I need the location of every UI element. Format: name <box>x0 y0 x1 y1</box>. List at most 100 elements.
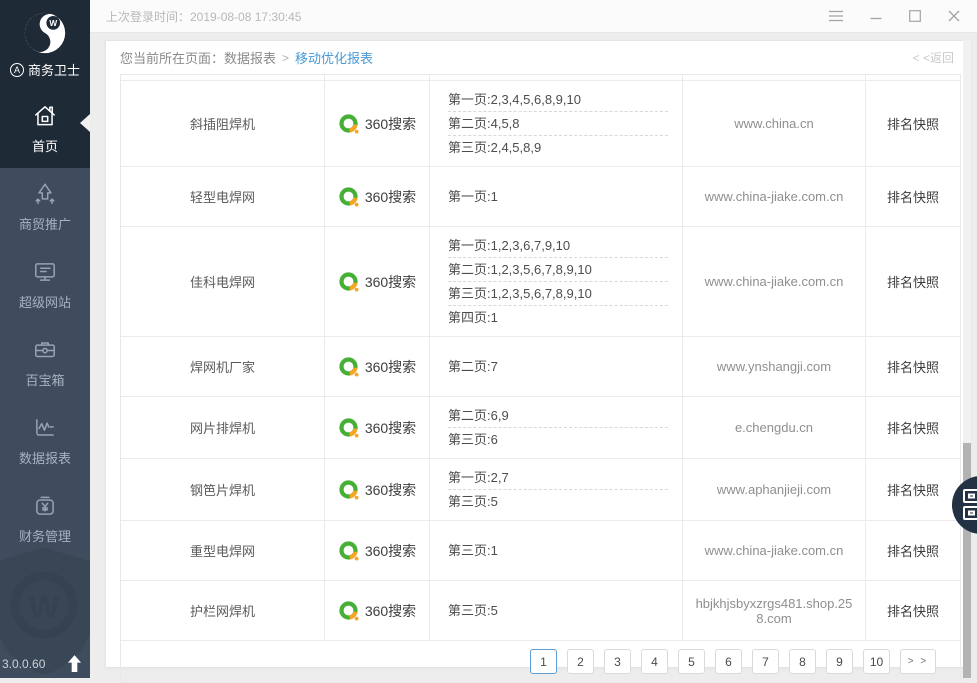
sidebar-item-data-report[interactable]: 数据报表 <box>0 402 90 480</box>
engine-label: 360搜索 <box>365 114 416 134</box>
page-button[interactable]: 4 <box>641 649 668 674</box>
360-search-icon <box>338 417 360 439</box>
active-item-arrow-icon <box>80 114 90 132</box>
engine-label: 360搜索 <box>365 272 416 292</box>
super-website-icon <box>32 259 58 285</box>
ranking-line: 第二页:7 <box>448 355 668 378</box>
snapshot-link[interactable]: 排名快照 <box>887 272 939 291</box>
engine-label: 360搜索 <box>365 601 416 621</box>
sidebar-item-label: 商贸推广 <box>19 214 71 233</box>
page-button[interactable]: 9 <box>826 649 853 674</box>
table-row: 佳科电焊网 360搜索 第一页:1,2,3,6,7,9,10第二页:1,2,3,… <box>121 227 960 337</box>
watermark-letter: W <box>28 588 59 625</box>
trade-promo-icon <box>32 181 58 207</box>
snapshot-cell <box>866 75 960 80</box>
engine-label: 360搜索 <box>365 541 416 561</box>
snapshot-link[interactable]: 排名快照 <box>887 357 939 376</box>
360-search-icon <box>338 186 360 208</box>
table-row: 斜插阻焊机 360搜索 第一页:2,3,4,5,6,8,9,10第二页:4,5,… <box>121 81 960 167</box>
keyword-cell: 斜插阻焊机 <box>121 81 325 166</box>
version-row: 3.0.0.60 <box>2 654 82 673</box>
360-search-icon <box>338 113 360 135</box>
sidebar-item-trade-promo[interactable]: 商贸推广 <box>0 168 90 246</box>
rankings-cell: 第一页:1,2,3,6,7,9,10第二页:1,2,3,5,6,7,8,9,10… <box>430 227 683 336</box>
breadcrumb: 您当前所在页面： 数据报表 > 移动优化报表 < <返回 <box>106 41 970 74</box>
close-button[interactable] <box>947 9 961 23</box>
snapshot-link[interactable]: 排名快照 <box>887 601 939 620</box>
360-search-icon <box>338 271 360 293</box>
vertical-scrollbar-track[interactable] <box>963 40 971 678</box>
window-controls <box>828 9 977 23</box>
table-row: 轻型电焊网 360搜索 第一页:1 www.china-jiake.com.cn… <box>121 167 960 227</box>
menu-button[interactable] <box>828 9 844 23</box>
brand-name: 商务卫士 <box>28 60 80 79</box>
menu-icon <box>828 9 844 23</box>
360-search-icon <box>338 540 360 562</box>
table-body: 斜插阻焊机 360搜索 第一页:2,3,4,5,6,8,9,10第二页:4,5,… <box>121 81 960 641</box>
snapshot-link[interactable]: 排名快照 <box>887 114 939 133</box>
ranking-line: 第三页:6 <box>448 428 668 451</box>
engine-cell: 360搜索 <box>325 227 430 336</box>
ranking-line: 第三页:1,2,3,5,6,7,8,9,10 <box>448 282 668 306</box>
snapshot-link[interactable]: 排名快照 <box>887 541 939 560</box>
next-page-button[interactable]: > > <box>900 649 936 674</box>
rankings-cell <box>430 75 683 80</box>
url-cell <box>683 75 866 80</box>
sidebar-item-treasure-box[interactable]: 百宝箱 <box>0 324 90 402</box>
arrow-up-icon <box>67 654 82 673</box>
snapshot-cell: 排名快照 <box>866 459 960 520</box>
page-button[interactable]: 8 <box>789 649 816 674</box>
page-button[interactable]: 6 <box>715 649 742 674</box>
engine-label: 360搜索 <box>365 418 416 438</box>
keyword-cell: 护栏网焊机 <box>121 581 325 640</box>
360-search-icon <box>338 600 360 622</box>
finance-icon <box>32 493 58 519</box>
engine-cell: 360搜索 <box>325 581 430 640</box>
page-button[interactable]: 7 <box>752 649 779 674</box>
snapshot-link[interactable]: 排名快照 <box>887 187 939 206</box>
home-icon <box>32 103 58 129</box>
page-button[interactable]: 1 <box>530 649 557 674</box>
rankings-table: 斜插阻焊机 360搜索 第一页:2,3,4,5,6,8,9,10第二页:4,5,… <box>120 74 961 683</box>
ranking-line: 第一页:1,2,3,6,7,9,10 <box>448 234 668 258</box>
maximize-button[interactable] <box>908 9 922 23</box>
minimize-button[interactable] <box>869 9 883 23</box>
qr-code-icon <box>961 488 977 522</box>
breadcrumb-label: 您当前所在页面： <box>120 48 224 67</box>
update-arrow-button[interactable] <box>67 654 82 673</box>
data-report-icon <box>32 415 58 441</box>
rankings-cell: 第一页:2,7第三页:5 <box>430 459 683 520</box>
back-link[interactable]: < <返回 <box>913 49 954 66</box>
rankings-cell: 第二页:6,9第三页:6 <box>430 397 683 458</box>
content-panel: 您当前所在页面： 数据报表 > 移动优化报表 < <返回 斜插阻焊机 360搜索… <box>105 40 971 668</box>
table-row: 重型电焊网 360搜索 第三页:1 www.china-jiake.com.cn… <box>121 521 960 581</box>
page-button[interactable]: 5 <box>678 649 705 674</box>
page-button[interactable]: 10 <box>863 649 890 674</box>
last-login-text: 上次登录时间：2019-08-08 17:30:45 <box>106 8 301 25</box>
treasure-box-icon <box>32 337 58 363</box>
ranking-line: 第三页:5 <box>448 599 668 622</box>
breadcrumb-current-link[interactable]: 移动优化报表 <box>295 48 373 67</box>
sidebar-item-home[interactable]: 首页 <box>0 90 90 168</box>
page-button[interactable]: 2 <box>567 649 594 674</box>
table-row: 网片排焊机 360搜索 第二页:6,9第三页:6 e.chengdu.cn 排名… <box>121 397 960 459</box>
breadcrumb-section: 数据报表 <box>224 48 276 67</box>
engine-cell: 360搜索 <box>325 81 430 166</box>
brand-row: A 商务卫士 <box>10 60 80 79</box>
snapshot-cell: 排名快照 <box>866 337 960 396</box>
logo-letter: W <box>49 19 57 28</box>
sidebar-item-finance[interactable]: 财务管理 <box>0 480 90 558</box>
url-cell: hbjkhjsbyxzrgs481.shop.258.com <box>683 581 866 640</box>
url-cell: www.china-jiake.com.cn <box>683 227 866 336</box>
table-row: 钢笆片焊机 360搜索 第一页:2,7第三页:5 www.aphanjieji.… <box>121 459 960 521</box>
snapshot-cell: 排名快照 <box>866 521 960 580</box>
url-cell: www.china-jiake.com.cn <box>683 167 866 226</box>
snapshot-link[interactable]: 排名快照 <box>887 480 939 499</box>
app-logo-area: W A 商务卫士 <box>0 0 90 90</box>
sidebar-item-super-website[interactable]: 超级网站 <box>0 246 90 324</box>
ranking-line: 第二页:1,2,3,5,6,7,8,9,10 <box>448 258 668 282</box>
pagination: 123456789 10 > > <box>121 641 960 682</box>
ranking-line: 第三页:5 <box>448 490 668 513</box>
snapshot-link[interactable]: 排名快照 <box>887 418 939 437</box>
page-button[interactable]: 3 <box>604 649 631 674</box>
